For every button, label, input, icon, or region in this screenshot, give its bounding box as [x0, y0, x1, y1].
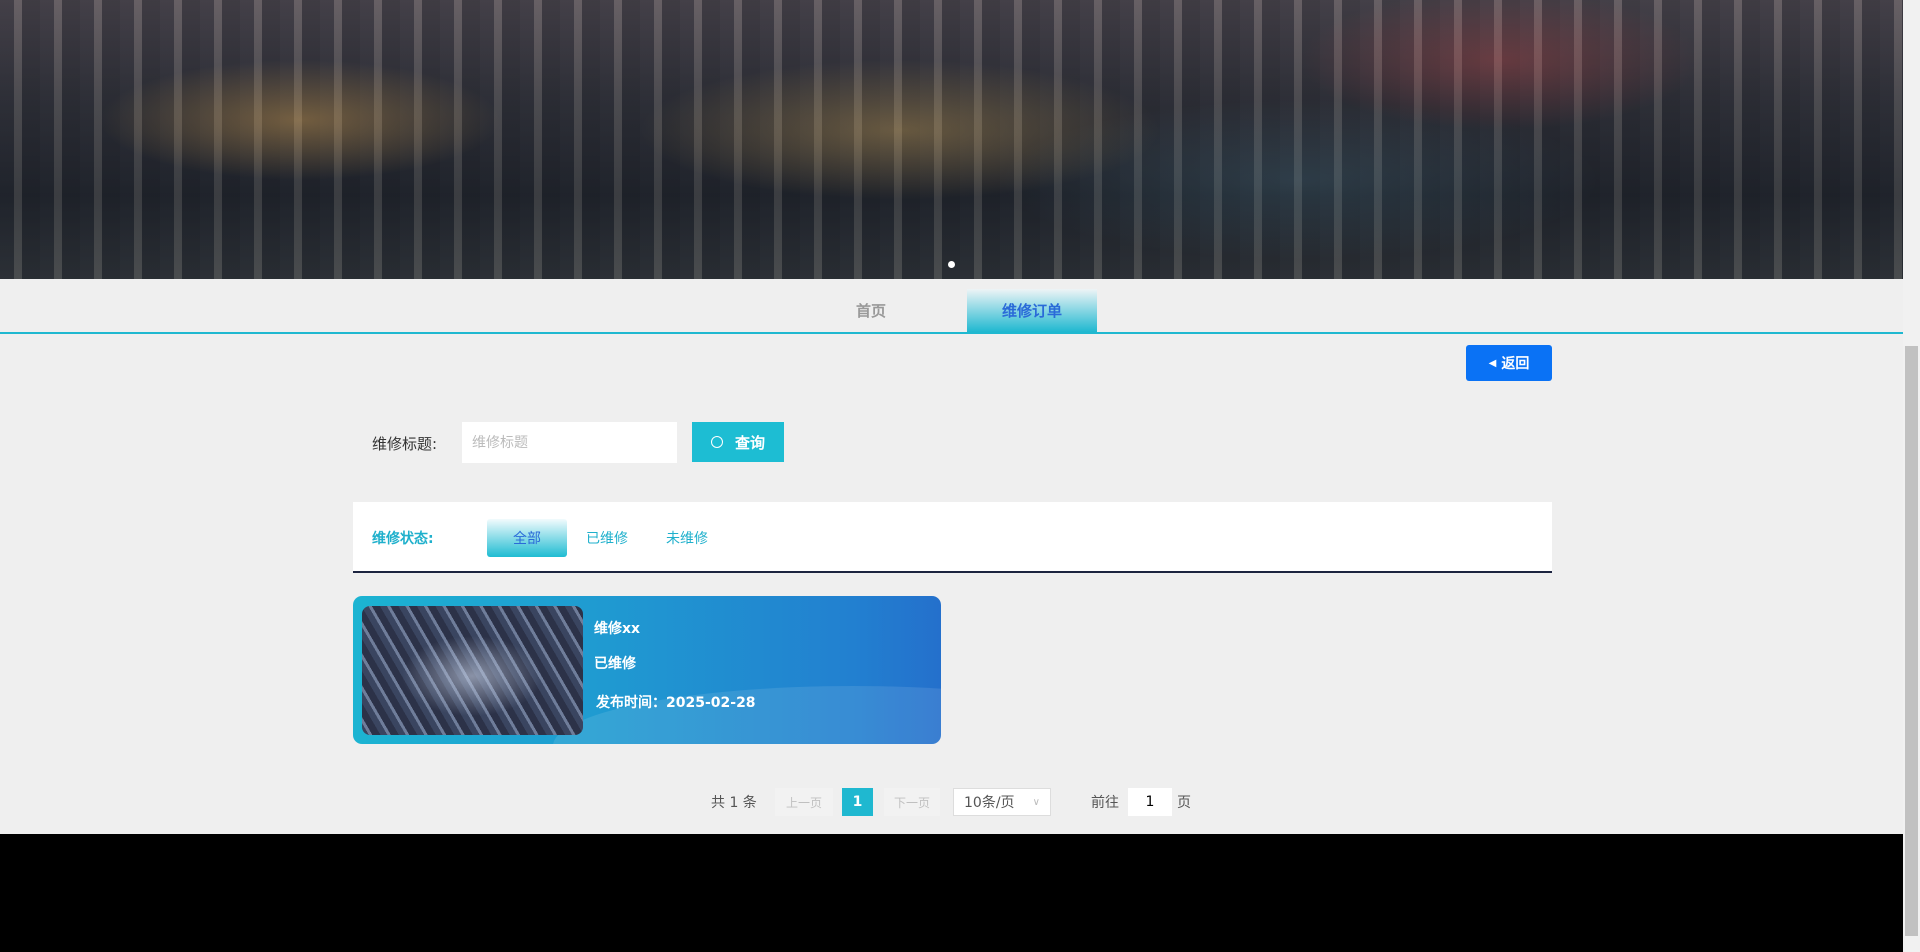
next-page-button[interactable]: 下一页: [884, 788, 940, 816]
status-filter-panel: 维修状态: 全部 已维修 未维修: [353, 502, 1552, 573]
filter-option-all[interactable]: 全部: [487, 519, 567, 557]
status-filter-label: 维修状态:: [372, 531, 434, 547]
banner-carousel: [0, 0, 1903, 279]
prev-page-button[interactable]: 上一页: [775, 788, 833, 816]
page-number[interactable]: 1: [842, 788, 873, 816]
card-title: 维修xx: [594, 621, 641, 637]
filter-option-repaired[interactable]: 已维修: [567, 519, 647, 557]
tab-repair-orders[interactable]: 维修订单: [967, 289, 1097, 332]
scrollbar-thumb[interactable]: [1905, 346, 1918, 936]
search-label: 维修标题:: [372, 435, 438, 453]
back-label: 返回: [1501, 356, 1530, 372]
repair-order-card[interactable]: 维修xx 已维修 发布时间：2025-02-28: [353, 596, 941, 744]
back-button[interactable]: ◀ 返回: [1466, 345, 1552, 381]
card-status: 已维修: [594, 656, 636, 672]
query-button[interactable]: 查询: [692, 422, 784, 462]
filter-option-unrepaired[interactable]: 未维修: [647, 519, 727, 557]
chevron-down-icon: ∨: [1032, 796, 1040, 808]
goto-page-input[interactable]: [1128, 788, 1172, 816]
page-size-value: 10条/页: [964, 795, 1015, 811]
search-input[interactable]: [462, 422, 677, 463]
goto-label: 前往: [1091, 795, 1119, 811]
carousel-indicator[interactable]: [948, 261, 955, 268]
page-size-select[interactable]: 10条/页 ∨: [953, 788, 1051, 816]
caret-left-icon: ◀: [1488, 357, 1497, 369]
search-icon: [710, 436, 723, 448]
footer: [0, 834, 1903, 952]
goto-unit-label: 页: [1177, 795, 1191, 811]
tab-home[interactable]: 首页: [806, 289, 936, 332]
card-image: [362, 606, 583, 735]
nav-divider: [0, 332, 1903, 334]
pagination: 共 1 条 上一页 1 下一页 10条/页 ∨ 前往 页: [0, 788, 1903, 816]
pagination-total: 共 1 条: [711, 795, 757, 811]
card-publish-time: 发布时间：2025-02-28: [596, 695, 756, 711]
scrollbar[interactable]: [1903, 0, 1920, 952]
query-label: 查询: [734, 433, 765, 452]
